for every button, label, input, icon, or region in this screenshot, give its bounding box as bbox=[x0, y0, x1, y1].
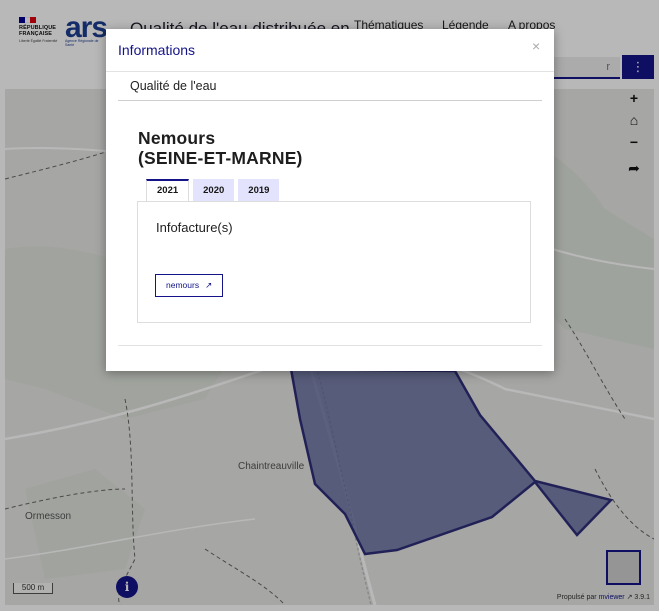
external-link-icon: ↗ bbox=[205, 280, 213, 290]
tab-2020[interactable]: 2020 bbox=[193, 179, 235, 202]
section-title: Infofacture(s) bbox=[156, 220, 233, 235]
commune-line-2: (SEINE-ET-MARNE) bbox=[138, 148, 303, 168]
divider bbox=[106, 71, 554, 72]
document-link-label: nemours bbox=[166, 280, 200, 290]
modal-subtitle: Qualité de l'eau bbox=[130, 79, 217, 93]
tab-2021[interactable]: 2021 bbox=[146, 179, 190, 202]
tab-panel: Infofacture(s) nemours ↗ bbox=[137, 201, 531, 323]
modal-title: Informations bbox=[118, 42, 196, 58]
close-icon[interactable]: × bbox=[532, 38, 540, 54]
tab-2019[interactable]: 2019 bbox=[238, 179, 280, 202]
document-link-button[interactable]: nemours ↗ bbox=[155, 274, 224, 297]
divider bbox=[118, 345, 542, 346]
year-tabs: 2021 2020 2019 bbox=[146, 179, 283, 202]
info-modal: Informations × Qualité de l'eau Nemours … bbox=[106, 29, 554, 371]
commune-name: Nemours (SEINE-ET-MARNE) bbox=[138, 128, 303, 168]
divider bbox=[118, 100, 542, 101]
commune-line-1: Nemours bbox=[138, 128, 216, 148]
